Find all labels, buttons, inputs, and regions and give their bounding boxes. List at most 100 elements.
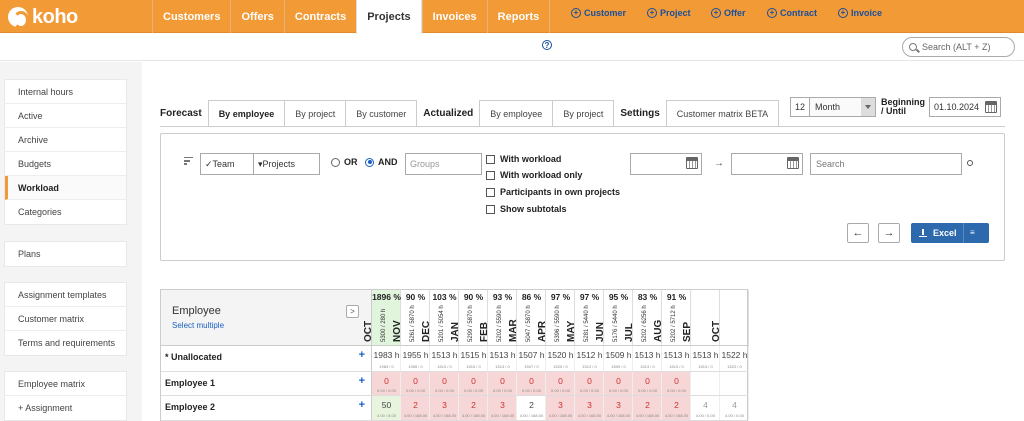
team-filter-button[interactable]: ✓Team xyxy=(200,153,254,175)
workload-cell[interactable]: 1513 h 1513 / 0 xyxy=(488,346,517,371)
sidebar-item-budgets[interactable]: Budgets xyxy=(5,152,126,176)
global-search-input[interactable]: Search (ALT + Z) xyxy=(902,37,1015,57)
or-radio[interactable]: OR xyxy=(331,157,358,167)
nav-invoices[interactable]: Invoices xyxy=(421,0,487,33)
and-radio[interactable]: AND xyxy=(365,157,398,167)
new-contract-link[interactable]: + Contract xyxy=(767,8,817,18)
sidebar-item-customer-matrix[interactable]: Customer matrix xyxy=(5,307,126,331)
add-assignment-icon[interactable]: + xyxy=(359,349,365,361)
workload-cell[interactable]: 3 4.00 / 168.00 xyxy=(575,396,604,420)
workload-cell[interactable]: 0 0.00 / 0.00 xyxy=(430,372,459,395)
nav-contracts[interactable]: Contracts xyxy=(283,0,356,33)
sort-icon[interactable] xyxy=(184,157,193,165)
workload-cell[interactable]: 2 4.00 / 168.00 xyxy=(401,396,430,420)
show-subtotals-checkbox[interactable]: Show subtotals xyxy=(486,204,567,214)
workload-cell[interactable]: 1513 h 1513 / 0 xyxy=(691,346,720,371)
sidebar-item-workload[interactable]: Workload xyxy=(5,176,126,200)
workload-cell[interactable]: 50 4.00 / 8.00 xyxy=(372,396,401,420)
workload-cell[interactable]: 3 4.00 / 168.00 xyxy=(604,396,633,420)
workload-cell[interactable]: 1513 h 1513 / 0 xyxy=(633,346,662,371)
workload-cell[interactable]: 1955 h 1955 / 0 xyxy=(401,346,430,371)
nav-customers[interactable]: Customers xyxy=(152,0,230,33)
add-assignment-icon[interactable]: + xyxy=(359,375,365,387)
workload-cell[interactable]: 1512 h 1512 / 0 xyxy=(575,346,604,371)
workload-cell[interactable]: 2 4.00 / 168.00 xyxy=(517,396,546,420)
new-customer-link[interactable]: + Customer xyxy=(571,8,626,18)
calendar-icon[interactable] xyxy=(686,157,698,169)
expand-icon[interactable]: > xyxy=(346,305,359,318)
projects-filter-button[interactable]: ▾Projects xyxy=(253,153,320,175)
period-count-input[interactable]: 12 xyxy=(790,97,810,117)
koho-logo[interactable]: koho xyxy=(8,5,78,29)
workload-cell[interactable]: 2 4.00 / 168.00 xyxy=(633,396,662,420)
nav-reports[interactable]: Reports xyxy=(486,0,551,33)
workload-cell[interactable]: 1520 h 1520 / 0 xyxy=(546,346,575,371)
workload-cell[interactable] xyxy=(720,372,749,395)
new-offer-link[interactable]: + Offer xyxy=(711,8,746,18)
add-assignment-icon[interactable]: + xyxy=(359,399,365,411)
sidebar-item-archive[interactable]: Archive xyxy=(5,128,126,152)
sidebar-item-assignment-templates[interactable]: Assignment templates xyxy=(5,283,126,307)
sidebar-item-internal-hours[interactable]: Internal hours xyxy=(5,80,126,104)
calendar-icon[interactable] xyxy=(787,157,799,169)
sidebar-item-add-assignment[interactable]: + Assignment xyxy=(5,396,126,420)
sidebar-item-employee-matrix[interactable]: Employee matrix xyxy=(5,372,126,396)
tab-customer-matrix-beta[interactable]: Customer matrix BETA xyxy=(665,100,780,126)
sidebar-item-plans[interactable]: Plans xyxy=(5,242,126,266)
workload-cell[interactable]: 3 4.00 / 168.00 xyxy=(546,396,575,420)
period-date-input[interactable]: 01.10.2024 xyxy=(929,97,1001,117)
workload-cell[interactable]: 0 0.00 / 0.00 xyxy=(546,372,575,395)
groups-input[interactable]: Groups xyxy=(405,153,482,175)
workload-cell[interactable]: 2 4.00 / 168.00 xyxy=(459,396,488,420)
workload-cell[interactable]: 0 0.00 / 0.00 xyxy=(488,372,517,395)
select-multiple-link[interactable]: Select multiple xyxy=(172,321,224,330)
help-icon[interactable]: ? xyxy=(542,40,552,50)
tab-actualized-by-project[interactable]: By project xyxy=(553,100,615,126)
start-date-input[interactable] xyxy=(630,153,702,175)
next-period-button[interactable]: → xyxy=(878,223,900,243)
workload-cell[interactable]: 2 4.00 / 168.00 xyxy=(662,396,691,420)
workload-cell[interactable]: 1507 h 1507 / 0 xyxy=(517,346,546,371)
workload-cell[interactable]: 4 4.00 / 0.00 xyxy=(691,396,720,420)
menu-icon[interactable]: ≡ xyxy=(970,228,975,237)
workload-cell[interactable]: 1522 h 1522 / 0 xyxy=(720,346,749,371)
tab-forecast-by-customer[interactable]: By customer xyxy=(346,100,418,126)
new-project-link[interactable]: + Project xyxy=(647,8,691,18)
end-date-input[interactable] xyxy=(731,153,803,175)
excel-export-button[interactable]: Excel ≡ xyxy=(911,223,989,243)
with-workload-checkbox[interactable]: With workload xyxy=(486,154,561,164)
sidebar-item-active[interactable]: Active xyxy=(5,104,126,128)
workload-cell[interactable]: 0 0.00 / 0.00 xyxy=(372,372,401,395)
nav-offers[interactable]: Offers xyxy=(230,0,283,33)
workload-cell[interactable]: 0 0.00 / 0.00 xyxy=(575,372,604,395)
tab-forecast-by-project[interactable]: By project xyxy=(285,100,347,126)
search-input[interactable]: Search xyxy=(810,153,962,175)
workload-cell[interactable]: 0 0.00 / 0.00 xyxy=(401,372,430,395)
workload-cell[interactable]: 0 0.00 / 0.00 xyxy=(459,372,488,395)
workload-cell[interactable]: 0 0.00 / 0.00 xyxy=(633,372,662,395)
workload-cell[interactable]: 3 4.00 / 168.00 xyxy=(430,396,459,420)
workload-cell[interactable]: 1983 h 1983 / 0 xyxy=(372,346,401,371)
workload-cell[interactable]: 1513 h 1513 / 0 xyxy=(430,346,459,371)
previous-period-button[interactable]: ← xyxy=(847,223,869,243)
workload-cell[interactable]: 3 4.00 / 168.00 xyxy=(488,396,517,420)
sidebar-item-terms[interactable]: Terms and requirements xyxy=(5,331,126,355)
workload-cell[interactable]: 1513 h 1513 / 0 xyxy=(662,346,691,371)
workload-cell[interactable]: 1515 h 1515 / 0 xyxy=(459,346,488,371)
workload-cell[interactable]: 0 0.00 / 0.00 xyxy=(662,372,691,395)
employee-name[interactable]: Employee 2 xyxy=(165,402,215,412)
workload-cell[interactable] xyxy=(691,372,720,395)
participants-own-projects-checkbox[interactable]: Participants in own projects xyxy=(486,187,620,197)
workload-cell[interactable]: 0 0.00 / 0.00 xyxy=(517,372,546,395)
search-icon[interactable] xyxy=(967,160,973,166)
workload-cell[interactable]: 4 4.00 / 0.00 xyxy=(720,396,749,420)
employee-name[interactable]: Employee 1 xyxy=(165,378,215,388)
workload-cell[interactable]: 1509 h 1509 / 0 xyxy=(604,346,633,371)
tab-actualized-by-employee[interactable]: By employee xyxy=(479,100,554,126)
calendar-icon[interactable] xyxy=(985,101,997,113)
period-unit-select[interactable]: Month xyxy=(810,97,876,117)
with-workload-only-checkbox[interactable]: With workload only xyxy=(486,170,582,180)
workload-cell[interactable]: 0 0.00 / 0.00 xyxy=(604,372,633,395)
employee-name[interactable]: * Unallocated xyxy=(165,352,222,362)
new-invoice-link[interactable]: + Invoice xyxy=(838,8,882,18)
